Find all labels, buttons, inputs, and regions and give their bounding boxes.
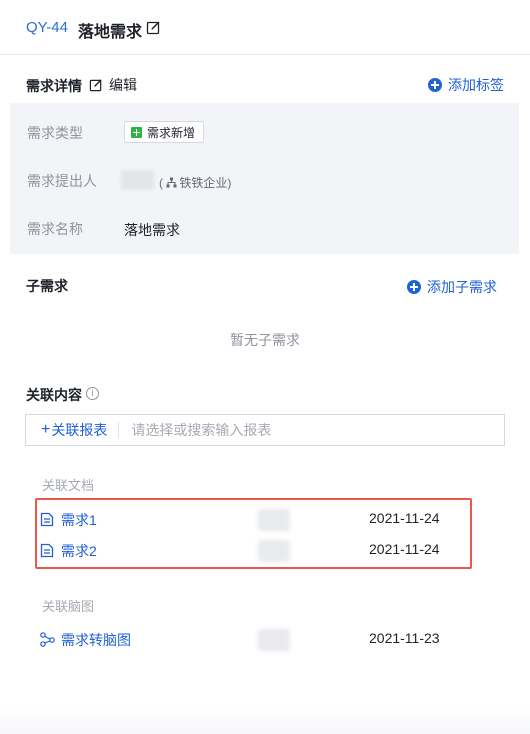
add-tag-button[interactable]: 添加标签 <box>428 75 504 95</box>
list-item[interactable]: 需求转脑图 2021-11-23 <box>40 629 500 651</box>
mindmap-name[interactable]: 需求转脑图 <box>61 630 131 650</box>
submitter-avatar <box>121 170 154 190</box>
doc-owner-avatar <box>258 509 290 531</box>
type-tag: 需求新增 <box>124 121 205 143</box>
mindmap-owner-avatar <box>258 629 290 651</box>
doc-owner-avatar <box>258 540 290 562</box>
doc-name[interactable]: 需求1 <box>61 510 97 530</box>
docs-group-label: 关联文档 <box>42 478 95 493</box>
list-item[interactable]: 需求1 2021-11-24 <box>40 509 500 531</box>
doc-date: 2021-11-24 <box>369 510 440 526</box>
report-search-input[interactable] <box>129 421 464 439</box>
bottom-fade <box>0 706 530 734</box>
edit-details-button[interactable]: 编辑 <box>89 75 137 95</box>
submitter-org: ( 铁铁企业 ) <box>159 174 231 191</box>
document-icon <box>40 512 54 527</box>
edit-icon[interactable] <box>146 20 161 35</box>
pencil-icon <box>89 78 103 92</box>
add-tag-label: 添加标签 <box>448 77 504 93</box>
type-value: 需求新增 <box>147 125 196 140</box>
plus-icon: + <box>41 421 51 438</box>
name-value: 落地需求 <box>124 222 180 238</box>
mindmaps-group-label: 关联脑图 <box>42 599 95 614</box>
org-tree-icon <box>166 177 177 188</box>
doc-date: 2021-11-24 <box>369 541 440 557</box>
mindmap-icon <box>40 632 55 647</box>
mindmap-date: 2021-11-23 <box>369 630 440 646</box>
related-section-title: 关联内容 <box>26 387 82 403</box>
issue-title: 落地需求 <box>78 24 143 41</box>
type-label: 需求类型 <box>27 125 83 141</box>
document-icon <box>40 543 54 558</box>
paren-open: ( <box>159 175 167 190</box>
divider <box>118 422 120 438</box>
plus-circle-icon <box>407 280 421 294</box>
submitter-label: 需求提出人 <box>27 173 97 189</box>
name-label: 需求名称 <box>27 221 83 237</box>
doc-name[interactable]: 需求2 <box>61 541 97 561</box>
link-report-bar: + 关联报表 <box>25 414 505 446</box>
link-report-label: 关联报表 <box>51 422 108 438</box>
paren-close: ) <box>227 175 232 190</box>
list-item[interactable]: 需求2 2021-11-24 <box>40 540 500 562</box>
add-square-icon <box>131 126 142 138</box>
page-header: QY-44 落地需求 <box>0 0 530 55</box>
info-icon[interactable]: i <box>86 387 99 400</box>
issue-id[interactable]: QY-44 <box>26 19 68 36</box>
link-report-button[interactable]: + 关联报表 <box>26 420 118 440</box>
subreq-empty-text: 暂无子需求 <box>230 332 300 348</box>
edit-details-label: 编辑 <box>109 77 137 93</box>
add-subreq-button[interactable]: 添加子需求 <box>407 277 497 297</box>
subreq-section-title: 子需求 <box>26 278 68 294</box>
details-section-title: 需求详情 <box>26 78 82 94</box>
plus-circle-icon <box>428 78 442 92</box>
submitter-org-name: 铁铁企业 <box>179 176 228 190</box>
add-subreq-label: 添加子需求 <box>427 279 497 295</box>
